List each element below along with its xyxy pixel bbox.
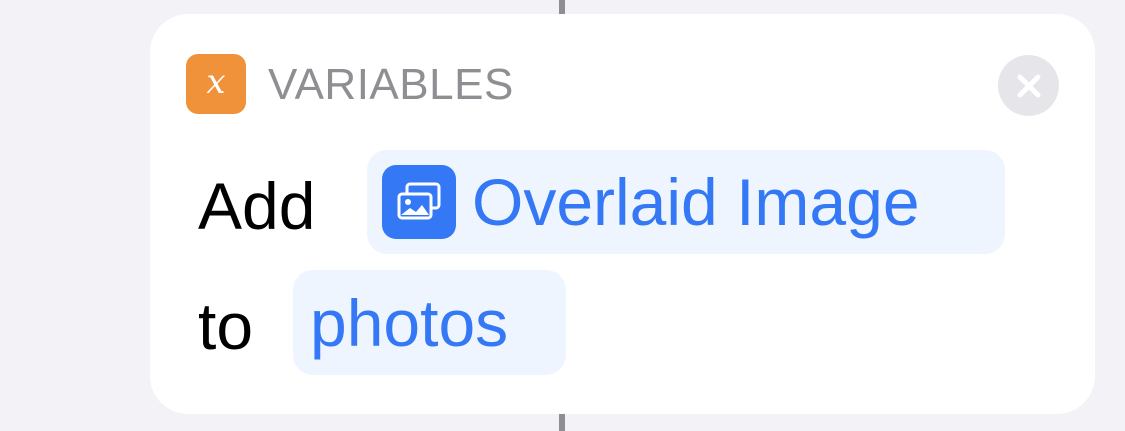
action-preposition: to [198,289,254,363]
variable-token-label: Overlaid Image [472,165,920,239]
action-category-label: VARIABLES [268,60,514,109]
album-parameter-token[interactable]: photos [293,270,566,375]
variables-icon: x [186,54,246,114]
action-verb: Add [198,169,316,243]
album-parameter-label: photos [310,285,509,360]
remove-action-button[interactable] [998,55,1059,116]
flow-connector-top [559,0,565,14]
variable-token-overlaid-image[interactable]: Overlaid Image [367,150,1005,254]
variable-x-glyph: x [206,62,226,102]
action-card[interactable]: x VARIABLES Add Overlaid Image to photos [150,14,1095,414]
photo-gallery-icon [382,165,456,239]
flow-connector-bottom [559,414,565,431]
close-icon [1017,74,1040,97]
